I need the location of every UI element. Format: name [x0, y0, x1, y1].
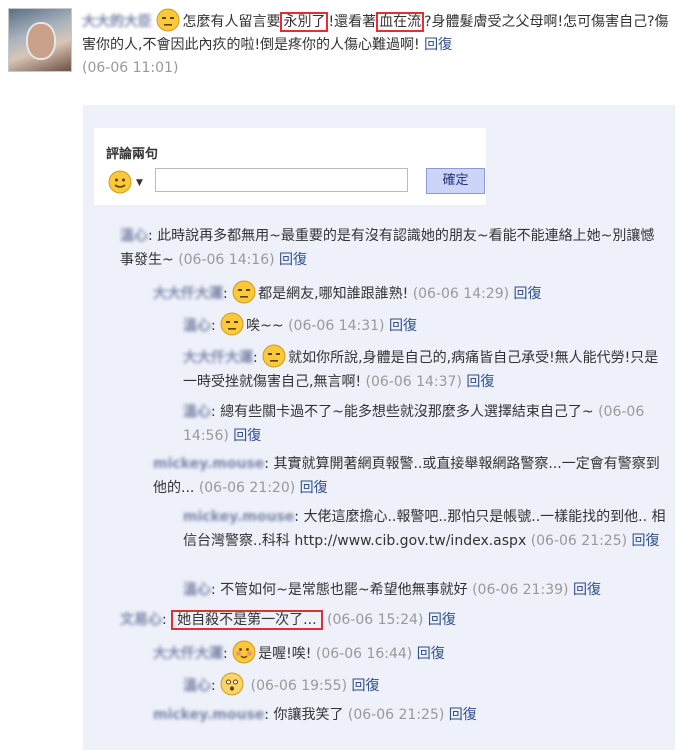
highlight-box: 她自殺不是第一次了...: [171, 610, 323, 630]
comment-item: 大大仟大運: 都是網友,哪知誰跟誰熟! (06-06 14:29) 回復: [153, 280, 663, 306]
comment-author[interactable]: mickey.mouse: [183, 505, 294, 529]
comment-item: mickey.mouse: 你讓我笑了 (06-06 21:25) 回復: [153, 703, 663, 727]
reply-link[interactable]: 回復: [466, 374, 494, 390]
post-text: !還看著: [328, 14, 377, 30]
post-timestamp: (06-06 11:01): [82, 60, 179, 76]
reply-link[interactable]: 回復: [417, 646, 445, 662]
emoji-picker-button[interactable]: ▼: [108, 170, 148, 194]
comment-text: 是喔!唉!: [258, 646, 312, 662]
comment-author[interactable]: mickey.mouse: [153, 452, 264, 476]
comment-timestamp: (06-06 21:39): [472, 582, 569, 598]
smiley-icon: [262, 344, 286, 368]
comment-author[interactable]: 溫心: [183, 674, 211, 698]
comment-timestamp: (06-06 14:31): [288, 318, 385, 334]
comment-text: 都是網友,哪知誰跟誰熟!: [258, 286, 409, 302]
comment-author[interactable]: 文易心: [120, 608, 162, 632]
comment-timestamp: (06-06 21:25): [530, 533, 628, 549]
comment-author[interactable]: 大大仟大運: [153, 642, 223, 666]
comment-author[interactable]: 溫心: [183, 400, 211, 424]
smiley-icon: [108, 170, 132, 194]
avatar[interactable]: [8, 8, 72, 72]
reply-link[interactable]: 回復: [514, 286, 542, 302]
reply-link[interactable]: 回復: [449, 707, 477, 723]
comment-item: 溫心: 此時說再多都無用~最重要的是有沒有認識她的朋友~看能不能連絡上她~別讓憾…: [120, 224, 665, 272]
post-text: 怎麼有人留言要: [182, 14, 281, 30]
comment-timestamp: (06-06 14:16): [178, 252, 275, 268]
comment-text: 唉~~: [246, 318, 284, 334]
highlight-box: 血在流: [376, 12, 425, 32]
post-author[interactable]: 大大的大臣: [82, 11, 152, 34]
comment-item: 溫心: (06-06 19:55) 回復: [183, 672, 663, 698]
blushing-smiley-icon: [232, 640, 256, 664]
comment-panel: 評論兩句 ▼ 確定 溫心: 此時說再多都無用~最重要的是有沒有認識她的朋友~看能…: [83, 105, 675, 750]
reply-link[interactable]: 回復: [233, 428, 261, 444]
comment-author[interactable]: 大大仟大運: [153, 282, 223, 306]
reply-link[interactable]: 回復: [279, 252, 307, 268]
reply-link[interactable]: 回復: [351, 678, 379, 694]
reply-link[interactable]: 回復: [632, 533, 660, 549]
comment-timestamp: (06-06 14:37): [365, 374, 462, 390]
reply-link[interactable]: 回復: [389, 318, 417, 334]
post-body: 大大的大臣 怎麼有人留言要 永別了 !還看著 血在流 ?身體髮膚受之父母啊!怎可傷害自己…: [82, 8, 674, 80]
smiley-icon: [232, 280, 256, 304]
comment-item: 溫心: 唉~~ (06-06 14:31) 回復: [183, 312, 663, 338]
comment-timestamp: (06-06 19:55): [250, 678, 348, 694]
reply-link[interactable]: 回復: [300, 480, 328, 496]
comment-item: 溫心: 總有些關卡過不了~能多想些就沒那麼多人選擇結束自己了~ (06-06 1…: [183, 400, 668, 448]
comment-form: 評論兩句 ▼ 確定: [94, 128, 486, 205]
chevron-down-icon: ▼: [136, 178, 143, 188]
comment-timestamp: (06-06 21:25): [347, 707, 445, 723]
comment-author[interactable]: 大大仟大運: [183, 346, 253, 370]
comment-item: 文易心: 她自殺不是第一次了... (06-06 15:24) 回復: [120, 608, 665, 632]
comment-item: mickey.mouse: 大佬這麼擔心..報警吧..那怕只是帳號..一樣能找的…: [183, 505, 668, 553]
comment-author[interactable]: 溫心: [120, 224, 148, 248]
reply-link[interactable]: 回復: [428, 612, 456, 628]
comment-item: 大大仟大運: 是喔!唉! (06-06 16:44) 回復: [153, 640, 663, 666]
comment-text: : 你讓我笑了: [264, 707, 344, 723]
comment-author[interactable]: 溫心: [183, 578, 211, 602]
comment-timestamp: (06-06 21:20): [198, 480, 296, 496]
comment-timestamp: (06-06 16:44): [315, 646, 413, 662]
comment-timestamp: (06-06 14:29): [412, 286, 510, 302]
smiley-icon: [220, 312, 244, 336]
smiley-icon: [156, 8, 180, 32]
confirm-button[interactable]: 確定: [426, 168, 485, 194]
comment-item: mickey.mouse: 其實就算開著網頁報警..或直接舉報網路警察...一定…: [153, 452, 668, 500]
comment-author[interactable]: mickey.mouse: [153, 703, 264, 727]
comment-item: 大大仟大運: 就如你所說,身體是自己的,病痛皆自己承受!無人能代勞!只是一時受挫…: [183, 344, 663, 394]
comment-author[interactable]: 溫心: [183, 314, 211, 338]
comment-text: : 不管如何~是常態也罷~希望他無事就好: [211, 582, 468, 598]
highlight-box: 永別了: [280, 12, 329, 32]
comment-item: 溫心: 不管如何~是常態也罷~希望他無事就好 (06-06 21:39) 回復: [183, 578, 668, 602]
comment-text: : 總有些關卡過不了~能多想些就沒那麼多人選擇結束自己了~: [211, 404, 594, 420]
reply-link[interactable]: 回復: [424, 37, 452, 53]
comment-timestamp: (06-06 15:24): [326, 612, 424, 628]
form-title: 評論兩句: [106, 147, 159, 162]
surprised-face-icon: [220, 672, 244, 696]
reply-link[interactable]: 回復: [573, 582, 601, 598]
comment-input[interactable]: [155, 168, 408, 192]
